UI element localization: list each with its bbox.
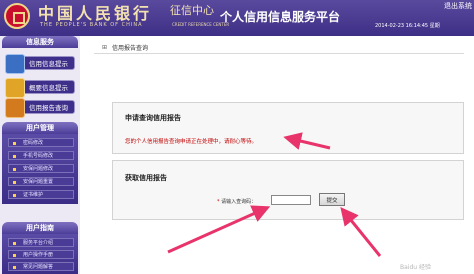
credit-center-name: 征信中心: [170, 4, 214, 17]
sidebar-section-info-service: 信息服务: [2, 36, 78, 48]
sidebar-item-credit-report-query[interactable]: 信用报告查询: [5, 98, 75, 118]
breadcrumb-divider: [94, 53, 464, 54]
sidebar: 信息服务 信用信息提示 概要信息提示 信用报告查询 用户管理 密码修改 手机号码…: [0, 36, 80, 274]
sidebar-link-certificate[interactable]: 证书维护: [8, 190, 74, 199]
sidebar-item-summary-info[interactable]: 概要信息提示: [5, 78, 75, 98]
sidebar-section-user-management: 用户管理: [2, 122, 78, 134]
processing-message: 您的个人信用报告查询申请正在处理中，请耐心等待。: [125, 139, 258, 145]
sidebar-link-password[interactable]: 密码修改: [8, 138, 74, 147]
breadcrumb: 信用报告查询: [112, 45, 149, 52]
bank-logo-icon: [4, 3, 30, 29]
sidebar-link-user-manual[interactable]: 用户操作手册: [8, 250, 74, 259]
sidebar-link-platform-intro[interactable]: 服务平台介绍: [8, 238, 74, 247]
user-guide-panel: 服务平台介绍 用户操作手册 常见问题解答: [2, 234, 78, 274]
logout-link[interactable]: 退出系统: [444, 1, 472, 11]
sidebar-item-label: 概要信息提示: [29, 84, 68, 92]
breadcrumb-grid-icon: ⊞: [102, 44, 108, 51]
watermark: Baidu 经验: [400, 264, 431, 271]
apply-query-box: 申请查询信用报告 您的个人信用报告查询申请正在处理中，请耐心等待。: [112, 102, 464, 154]
sidebar-link-phone[interactable]: 手机号码修改: [8, 151, 74, 160]
date-time: 2014-02-23 16:14:45 星期: [375, 23, 440, 29]
sidebar-item-label: 信用报告查询: [29, 104, 68, 112]
main-content: ⊞ 信用报告查询 申请查询信用报告 您的个人信用报告查询申请正在处理中，请耐心等…: [94, 36, 474, 274]
sidebar-link-security-modify[interactable]: 安保问题修改: [8, 164, 74, 173]
folder-icon: [5, 78, 25, 98]
sidebar-link-security-reset[interactable]: 安保问题重置: [8, 177, 74, 186]
get-report-box: 获取信用报告 * 请输入查询码： 提交: [112, 160, 464, 220]
user-management-panel: 密码修改 手机号码修改 安保问题修改 安保问题重置 证书维护: [2, 134, 78, 204]
get-report-title: 获取信用报告: [125, 174, 167, 182]
required-mark: *: [217, 199, 220, 205]
bank-name: 中国人民银行: [38, 4, 153, 23]
query-code-label-text: 请输入查询码：: [221, 199, 257, 205]
top-header: 中国人民银行 THE PEOPLE'S BANK OF CHINA 征信中心 C…: [0, 0, 474, 36]
platform-title: 个人信用信息服务平台: [220, 10, 341, 24]
apply-query-title: 申请查询信用报告: [125, 114, 181, 122]
sidebar-link-faq[interactable]: 常见问题解答: [8, 262, 74, 271]
bank-name-english: THE PEOPLE'S BANK OF CHINA: [40, 22, 143, 28]
sidebar-section-user-guide: 用户指南: [2, 222, 78, 234]
sidebar-item-credit-info-tip[interactable]: 信用信息提示: [5, 54, 75, 74]
report-icon: [5, 98, 25, 118]
query-code-input[interactable]: [271, 195, 311, 205]
query-code-label: * 请输入查询码：: [217, 198, 256, 205]
sidebar-item-label: 信用信息提示: [29, 60, 68, 68]
document-icon: [5, 54, 25, 74]
submit-button[interactable]: 提交: [319, 193, 345, 206]
